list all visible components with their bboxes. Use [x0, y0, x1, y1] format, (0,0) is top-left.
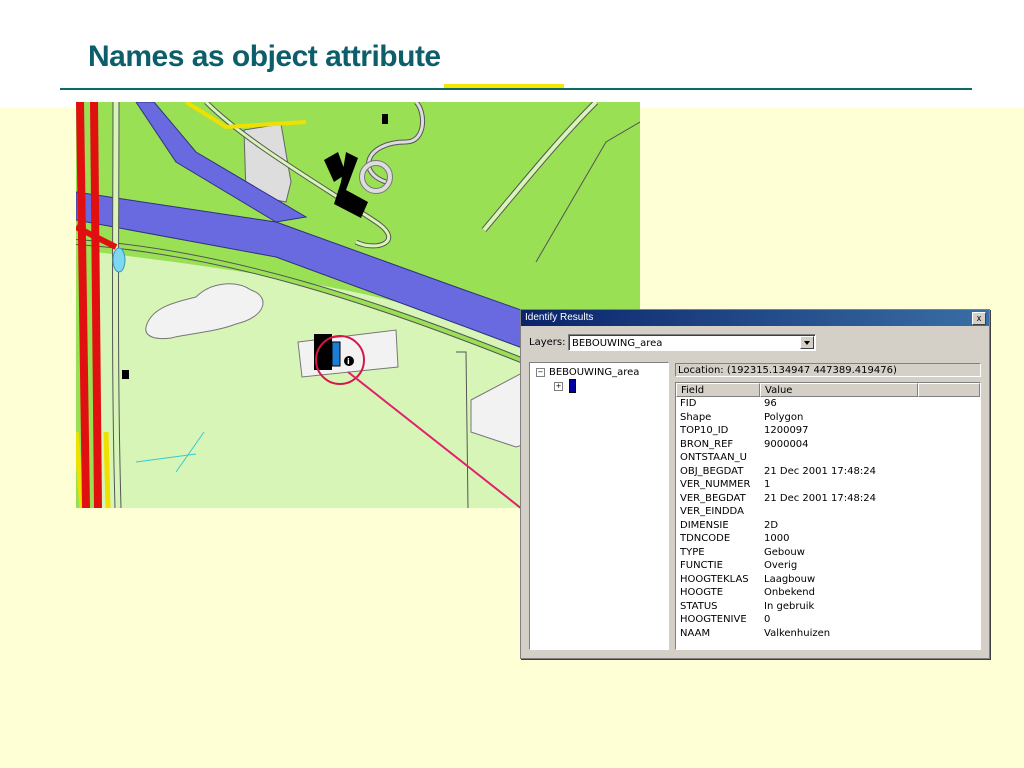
tree-item-label: BEBOUWING_area: [549, 367, 640, 378]
close-button[interactable]: x: [972, 312, 986, 325]
column-header-value[interactable]: Value: [760, 383, 918, 397]
table-row[interactable]: TOP10_ID 1200097: [676, 424, 980, 438]
table-row[interactable]: OBJ_BEGDAT 21 Dec 2001 17:48:24: [676, 465, 980, 479]
table-body: FID 96 Shape Polygon TOP10_ID 1200097 BRON_REF…: [676, 397, 980, 640]
table-row[interactable]: VER_BEGDAT 21 Dec 2001 17:48:24: [676, 492, 980, 506]
field-value: [760, 451, 764, 465]
field-name: ONTSTAAN_U: [680, 452, 747, 463]
table-row[interactable]: HOOGTEKLAS Laagbouw: [676, 573, 980, 587]
field-value: Overig: [764, 560, 798, 571]
table-row[interactable]: TYPE Gebouw: [676, 546, 980, 560]
column-header-extra[interactable]: [918, 383, 980, 397]
field-value: 9000004: [764, 438, 809, 450]
table-header: Field Value: [676, 383, 980, 397]
field-value: Valkenhuizen: [764, 627, 831, 639]
field-value: 96: [764, 398, 777, 409]
collapse-icon[interactable]: −: [536, 367, 545, 377]
field-value: Gebouw: [764, 546, 805, 558]
table-row[interactable]: Shape Polygon: [676, 411, 980, 425]
field-name: FID: [680, 398, 697, 409]
field-value: Laagbouw: [764, 573, 816, 585]
table-row[interactable]: STATUS In gebruik: [676, 600, 980, 614]
table-row[interactable]: DIMENSIE 2D: [676, 519, 980, 533]
field-name: BRON_REF: [680, 438, 734, 450]
field-value: [760, 505, 764, 519]
field-name: VER_NUMMER: [680, 479, 751, 490]
layers-dropdown[interactable]: BEBOUWING_area: [568, 334, 816, 351]
feature-icon: [569, 379, 576, 393]
table-row[interactable]: VER_EINDDA: [676, 505, 980, 519]
results-tree[interactable]: − BEBOUWING_area +: [529, 362, 669, 650]
field-value: 1000: [764, 533, 790, 544]
chevron-down-icon[interactable]: [800, 336, 814, 349]
field-value: 1: [764, 479, 771, 490]
field-name: TDNCODE: [680, 533, 731, 544]
field-name: HOOGTENIVE: [680, 614, 747, 625]
table-row[interactable]: HOOGTE Onbekend: [676, 586, 980, 600]
dialog-title: Identify Results: [525, 312, 594, 323]
identify-results-dialog[interactable]: Identify Results x Layers: BEBOUWING_are…: [520, 309, 990, 659]
field-value: 21 Dec 2001 17:48:24: [764, 465, 876, 477]
field-name: HOOGTE: [680, 587, 724, 598]
table-row[interactable]: VER_NUMMER 1: [676, 478, 980, 492]
field-value: 0: [764, 614, 771, 625]
field-name: VER_BEGDAT: [680, 492, 746, 504]
attribute-table[interactable]: Field Value FID 96 Shape Polygon TOP10_ID 120…: [675, 382, 981, 650]
table-row[interactable]: FUNCTIE Overig: [676, 559, 980, 573]
field-name: DIMENSIE: [680, 519, 729, 531]
field-name: NAAM: [680, 627, 711, 639]
column-header-field[interactable]: Field: [676, 383, 760, 397]
tree-item-feature[interactable]: +: [554, 379, 576, 393]
field-value: In gebruik: [764, 600, 815, 612]
layers-selected-value: BEBOUWING_area: [572, 338, 663, 349]
field-name: Shape: [680, 411, 712, 423]
field-name: VER_EINDDA: [680, 506, 744, 517]
field-name: TOP10_ID: [680, 425, 729, 436]
field-name: HOOGTEKLAS: [680, 573, 749, 585]
table-row[interactable]: NAAM Valkenhuizen: [676, 627, 980, 641]
table-row[interactable]: FID 96: [676, 397, 980, 411]
field-value: 21 Dec 2001 17:48:24: [764, 492, 876, 504]
field-value: Polygon: [764, 411, 804, 423]
location-readout: Location: (192315.134947 447389.419476): [675, 363, 981, 377]
field-name: STATUS: [680, 600, 718, 612]
table-row[interactable]: HOOGTENIVE 0: [676, 613, 980, 627]
field-value: 2D: [764, 519, 779, 531]
field-value: Onbekend: [764, 587, 815, 598]
expand-icon[interactable]: +: [554, 381, 563, 391]
table-row[interactable]: ONTSTAAN_U: [676, 451, 980, 465]
table-row[interactable]: TDNCODE 1000: [676, 532, 980, 546]
field-name: OBJ_BEGDAT: [680, 465, 744, 477]
tree-item-layer[interactable]: − BEBOUWING_area: [536, 367, 639, 378]
field-name: FUNCTIE: [680, 560, 723, 571]
field-value: 1200097: [764, 425, 809, 436]
layers-label: Layers:: [529, 337, 566, 348]
field-name: TYPE: [680, 546, 705, 558]
table-row[interactable]: BRON_REF 9000004: [676, 438, 980, 452]
dialog-titlebar[interactable]: Identify Results x: [521, 310, 989, 326]
